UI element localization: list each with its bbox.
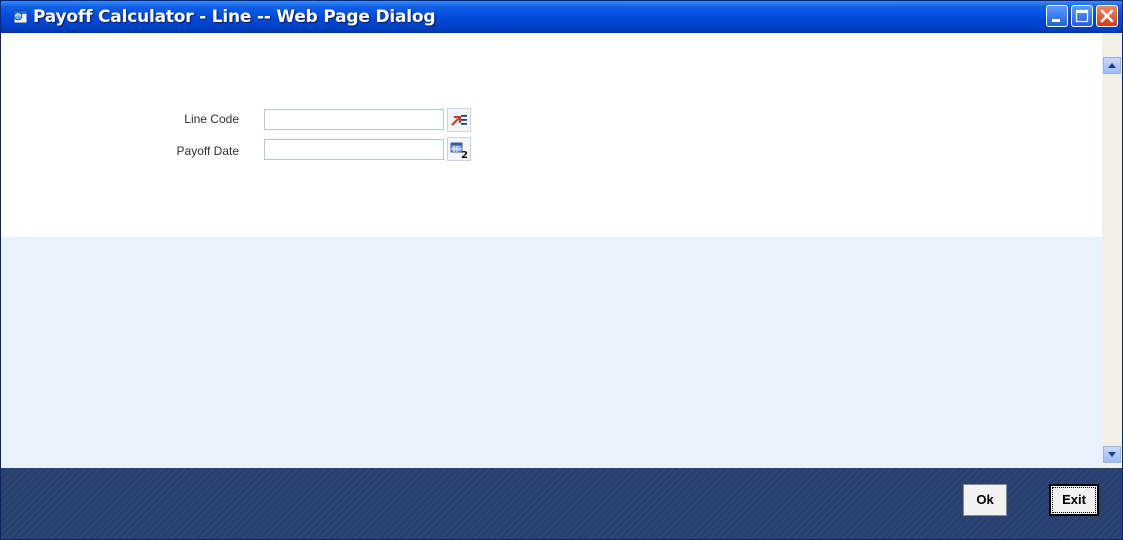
scroll-up-button[interactable] [1103,57,1121,74]
form-area: Line Code Payoff Date 2 [1,33,1102,237]
scroll-down-button[interactable] [1103,446,1121,463]
exit-button[interactable]: Exit [1049,484,1099,516]
footer-bar: Ok Exit [1,468,1122,539]
window-icon [11,8,29,26]
calendar-icon: 2 [450,142,468,161]
minimize-button[interactable] [1046,5,1068,27]
dialog-content: Line Code Payoff Date 2 [1,33,1102,468]
line-code-input[interactable] [264,109,444,130]
title-bar[interactable]: Payoff Calculator - Line -- Web Page Dia… [1,1,1122,33]
window-title: Payoff Calculator - Line -- Web Page Dia… [33,7,436,27]
line-code-label: Line Code [184,112,239,126]
lower-panel [1,237,1102,468]
payoff-date-label: Payoff Date [176,144,239,158]
scroll-up-icon [1108,63,1116,68]
minimize-icon [1052,19,1060,22]
close-icon [1100,9,1114,23]
payoff-date-calendar-button[interactable]: 2 [447,137,471,161]
line-code-lov-button[interactable] [447,108,471,132]
list-of-values-icon [451,115,467,126]
window-controls [1046,5,1118,27]
dialog-window: Payoff Calculator - Line -- Web Page Dia… [0,0,1123,540]
maximize-icon [1075,9,1089,23]
scroll-down-icon [1108,452,1116,457]
svg-text:2: 2 [461,150,468,160]
payoff-date-input[interactable] [264,139,444,160]
close-button[interactable] [1096,5,1118,27]
vertical-scrollbar[interactable] [1102,33,1122,468]
ok-button[interactable]: Ok [963,484,1007,516]
maximize-button[interactable] [1071,5,1093,27]
